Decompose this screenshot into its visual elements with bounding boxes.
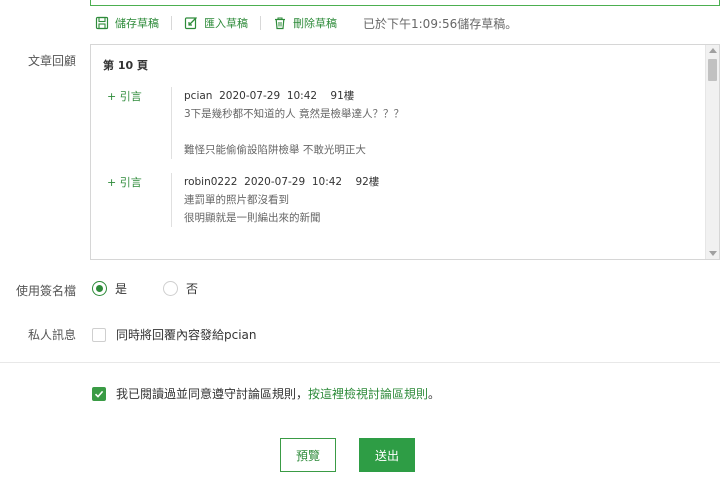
review-content: 第 10 頁 + 引言 pcian 2020-07-29 10:42 91樓 3… [91,45,705,259]
quote-button[interactable]: + 引言 [107,88,142,104]
scroll-down-icon[interactable] [709,251,717,256]
post-line: 連罰單的照片都沒看到 [184,194,289,206]
section-divider [0,362,720,363]
private-message-option[interactable]: 同時將回覆內容發給pcian [92,326,257,343]
article-review-panel[interactable]: 第 10 頁 + 引言 pcian 2020-07-29 10:42 91樓 3… [90,44,720,260]
scrollbar-thumb[interactable] [708,59,717,81]
post-line: 難怪只能偷偷設陷阱檢舉 不敢光明正大 [184,144,366,156]
editor-bottom-edge [90,0,720,6]
draft-toolbar: 儲存草稿 匯入草稿 刪除草稿 已於下午1:09:56儲存草稿。 [95,13,517,33]
scroll-up-icon[interactable] [709,48,717,53]
toolbar-divider [171,16,172,30]
check-icon [94,390,104,398]
signature-radio-group: 是 否 [92,280,234,297]
delete-draft-label: 刪除草稿 [293,17,337,30]
post-line: 3下是幾秒都不知道的人 竟然是檢舉達人？？？ [184,108,405,120]
agreement-row: 我已閱讀過並同意遵守討論區規則， 按這裡檢視討論區規則 。 [92,385,440,402]
post-line: 很明顯就是一則編出來的新聞 [184,212,321,224]
post-line [184,123,693,141]
agreement-suffix: 。 [428,387,441,401]
review-label: 文章回顧 [27,54,76,68]
radio-label: 是 [115,282,128,296]
private-message-checkbox[interactable] [92,327,106,342]
signature-option-no[interactable]: 否 [163,280,198,297]
post-meta: pcian 2020-07-29 10:42 91樓 [184,90,355,102]
save-icon [95,16,109,30]
radio-button-checked[interactable] [92,281,107,296]
signature-label: 使用簽名檔 [15,284,76,298]
rules-link[interactable]: 按這裡檢視討論區規則 [308,385,428,402]
quote-button[interactable]: + 引言 [107,174,142,190]
radio-button[interactable] [163,281,179,296]
draft-saved-status: 已於下午1:09:56儲存草稿。 [363,16,518,31]
radio-label: 否 [186,282,199,296]
submit-button[interactable]: 送出 [359,438,415,472]
preview-button[interactable]: 預覽 [280,438,336,472]
trash-icon [273,16,287,30]
signature-option-yes[interactable]: 是 [92,280,127,297]
review-page-title: 第 10 頁 [103,59,148,72]
private-message-checkbox-label: 同時將回覆內容發給pcian [116,328,257,342]
review-scrollbar[interactable] [705,45,719,259]
delete-draft-button[interactable]: 刪除草稿 [273,15,337,31]
save-draft-label: 儲存草稿 [115,17,159,30]
post-meta: robin0222 2020-07-29 10:42 92樓 [184,176,380,188]
import-draft-button[interactable]: 匯入草稿 [184,15,248,31]
review-post: + 引言 robin0222 2020-07-29 10:42 92樓 連罰單的… [103,173,693,227]
save-draft-button[interactable]: 儲存草稿 [95,15,159,31]
post-body: pcian 2020-07-29 10:42 91樓 3下是幾秒都不知道的人 竟… [171,87,693,159]
agreement-checkbox[interactable] [92,386,106,401]
import-icon [184,16,198,30]
agreement-text: 我已閱讀過並同意遵守討論區規則， [116,387,309,401]
review-post: + 引言 pcian 2020-07-29 10:42 91樓 3下是幾秒都不知… [103,87,693,159]
private-message-label: 私人訊息 [27,328,76,342]
toolbar-divider [260,16,261,30]
post-body: robin0222 2020-07-29 10:42 92樓 連罰單的照片都沒看… [171,173,693,227]
import-draft-label: 匯入草稿 [204,17,248,30]
